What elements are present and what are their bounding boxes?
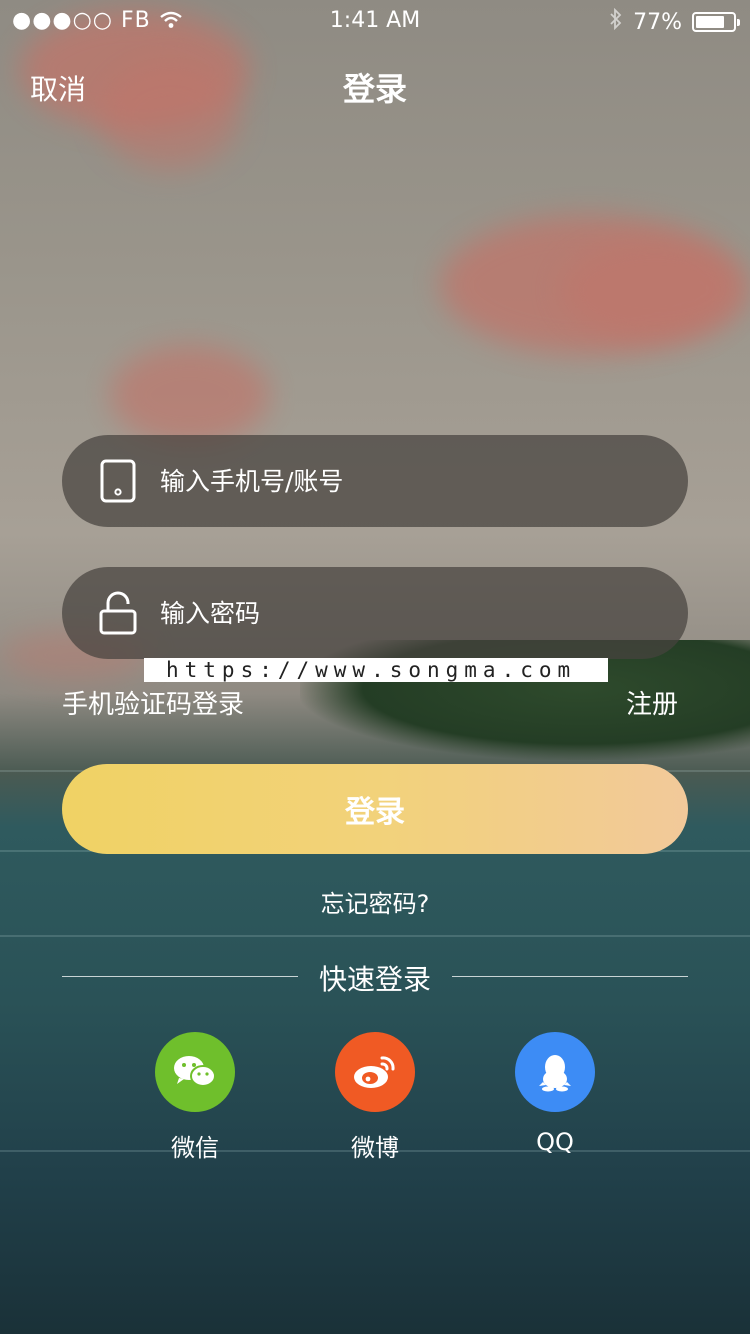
page-title: 登录 xyxy=(342,70,407,108)
phone-icon xyxy=(98,457,138,505)
quick-login-title: 快速登录 xyxy=(318,963,431,996)
qq-login-button[interactable]: QQ xyxy=(513,1032,597,1156)
register-link[interactable]: 注册 xyxy=(626,684,678,721)
account-input[interactable] xyxy=(158,465,642,497)
weibo-icon[interactable] xyxy=(335,1032,415,1112)
cancel-button[interactable]: 取消 xyxy=(30,68,86,108)
qq-label: QQ xyxy=(536,1128,574,1156)
quick-login-divider: 快速登录 xyxy=(62,956,688,996)
unlock-icon xyxy=(98,589,138,637)
divider-right xyxy=(452,976,688,977)
password-field[interactable] xyxy=(62,567,688,659)
weibo-login-button[interactable]: 微博 xyxy=(333,1032,417,1163)
qq-icon[interactable] xyxy=(515,1032,595,1112)
bluetooth-icon xyxy=(609,7,623,36)
battery-fill xyxy=(696,16,724,28)
status-bar: ●●●○○ FB 1:41 AM 77% xyxy=(0,0,750,40)
password-input[interactable] xyxy=(158,597,642,629)
sms-login-link[interactable]: 手机验证码登录 xyxy=(62,684,244,721)
battery-icon xyxy=(692,12,740,32)
login-button[interactable]: 登录 xyxy=(62,764,688,854)
wechat-login-button[interactable]: 微信 xyxy=(153,1032,237,1163)
secondary-links: 手机验证码登录 注册 xyxy=(62,684,688,720)
wechat-icon[interactable] xyxy=(155,1032,235,1112)
watermark: https://www.songma.com xyxy=(144,658,608,682)
battery-percent: 77% xyxy=(633,9,682,35)
weibo-label: 微博 xyxy=(351,1134,399,1162)
navigation-bar: 取消 登录 xyxy=(0,60,750,110)
account-field[interactable] xyxy=(62,435,688,527)
wechat-label: 微信 xyxy=(171,1134,219,1162)
forgot-password-link[interactable]: 忘记密码? xyxy=(0,884,750,919)
